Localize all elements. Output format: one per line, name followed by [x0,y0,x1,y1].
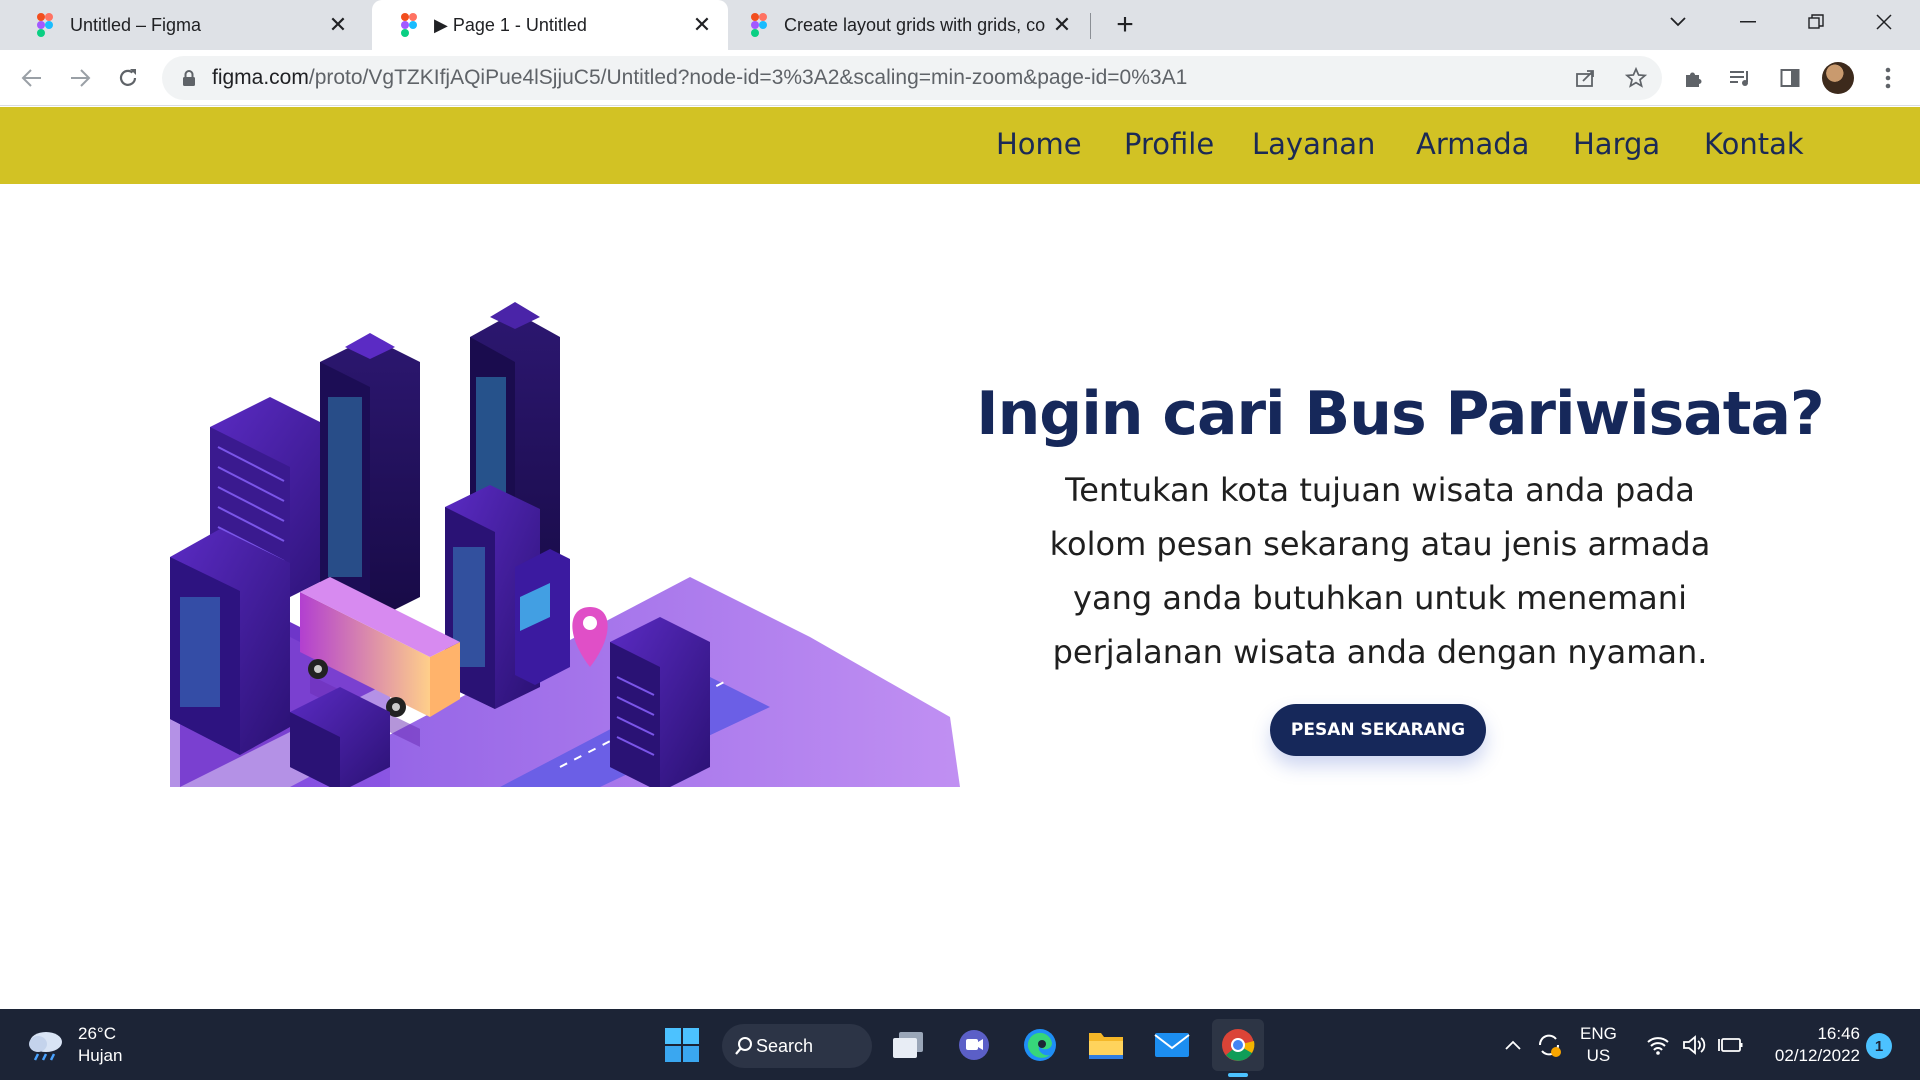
figma-icon [751,13,767,37]
active-indicator [1228,1073,1248,1077]
forward-button[interactable] [62,60,98,96]
browser-toolbar: figma.com/proto/VgTZKIfjAQiPue4lSjjuC5/U… [0,50,1920,106]
tab-title: Untitled – Figma [70,14,202,35]
hero-title: Ingin cari Bus Pariwisata? [976,379,1825,449]
url-path: /proto/VgTZKIfjAQiPue4lSjjuC5/Untitled?n… [308,66,1188,89]
start-button[interactable] [656,1019,708,1071]
teams-chat-icon[interactable] [948,1019,1000,1071]
hero-description: Tentukan kota tujuan wisata anda pada ko… [1049,471,1711,671]
url-text: figma.com/proto/VgTZKIfjAQiPue4lSjjuC5/U… [212,66,1187,90]
lang-code: ENG [1580,1024,1617,1043]
back-button[interactable] [14,60,50,96]
wifi-icon[interactable] [1646,1009,1670,1080]
web-page: Home Profile Layanan Armada Harga Kontak [0,107,1920,1009]
profile-avatar[interactable] [1822,62,1854,94]
bookmark-star-icon[interactable] [1622,64,1650,92]
rain-cloud-icon [29,1032,62,1061]
tab-title: ▶ Page 1 - Untitled [434,14,587,35]
edge-browser-icon[interactable] [1014,1019,1066,1071]
figma-icon [401,13,417,37]
clock-time: 16:46 [1817,1024,1860,1043]
close-window-button[interactable] [1856,0,1912,44]
file-explorer-icon[interactable] [1080,1019,1132,1071]
restore-button[interactable] [1788,0,1844,44]
menu-dots-icon[interactable] [1870,60,1906,96]
weather-desc: Hujan [78,1046,123,1065]
windows-taskbar: 26°C Hujan Search ENG US 16:46 02/12/202… [0,1009,1920,1080]
nav-armada[interactable]: Armada [1416,127,1529,161]
new-tab-button[interactable]: + [1108,8,1142,42]
notification-badge[interactable]: 1 [1866,1033,1892,1059]
lock-icon [183,70,195,86]
tab-title: Create layout grids with grids, co [784,14,1046,35]
nav-kontak[interactable]: Kontak [1704,127,1804,161]
mail-icon[interactable] [1146,1019,1198,1071]
sync-icon[interactable] [1536,1009,1562,1080]
minimize-button[interactable] [1720,0,1776,44]
weather-temp: 26°C [78,1024,116,1043]
search-icon [735,1037,752,1055]
tray-chevron-icon[interactable] [1504,1009,1522,1080]
nav-home[interactable]: Home [996,127,1082,161]
extensions-icon[interactable] [1676,60,1712,96]
battery-icon[interactable] [1718,1009,1744,1080]
windows-logo-icon [665,1028,699,1062]
nav-layanan[interactable]: Layanan [1252,127,1375,161]
tab-page-1-untitled[interactable]: ▶ Page 1 - Untitled ✕ [372,0,728,50]
reload-button[interactable] [110,60,146,96]
address-bar[interactable]: figma.com/proto/VgTZKIfjAQiPue4lSjjuC5/U… [162,56,1662,100]
chrome-icon[interactable] [1212,1019,1264,1077]
side-panel-icon[interactable] [1772,60,1808,96]
media-control-icon[interactable] [1722,60,1758,96]
tab-close-icon[interactable]: ✕ [326,12,350,37]
tab-divider [1090,13,1091,39]
pesan-sekarang-button[interactable]: PESAN SEKARANG [1270,704,1486,756]
browser-tab-strip: Untitled – Figma ✕ ▶ Page 1 - Untitled ✕… [0,0,1920,50]
clock-date: 02/12/2022 [1774,1046,1860,1065]
tab-close-icon[interactable]: ✕ [690,12,714,37]
city-bus-illustration [170,302,960,787]
site-navbar: Home Profile Layanan Armada Harga Kontak [0,107,1920,184]
nav-profile[interactable]: Profile [1124,127,1214,161]
figma-icon [37,13,53,37]
system-clock[interactable]: 16:46 02/12/2022 [1760,1023,1860,1067]
search-label: Search [756,1035,814,1056]
url-domain: figma.com [212,66,309,89]
task-view-icon[interactable] [882,1019,934,1071]
tab-search-chevron-icon[interactable] [1650,0,1706,44]
tab-create-layout-grids[interactable]: Create layout grids with grids, co ✕ [722,0,1088,50]
nav-harga[interactable]: Harga [1573,127,1660,161]
language-indicator[interactable]: ENG US [1580,1023,1617,1067]
lang-region: US [1586,1046,1611,1065]
taskbar-search[interactable]: Search [722,1024,872,1068]
weather-widget[interactable]: 26°C Hujan [26,1023,122,1067]
volume-icon[interactable] [1682,1009,1706,1080]
share-icon[interactable] [1572,64,1600,92]
tab-close-icon[interactable]: ✕ [1050,12,1074,37]
tab-untitled-figma[interactable]: Untitled – Figma ✕ [8,0,364,50]
